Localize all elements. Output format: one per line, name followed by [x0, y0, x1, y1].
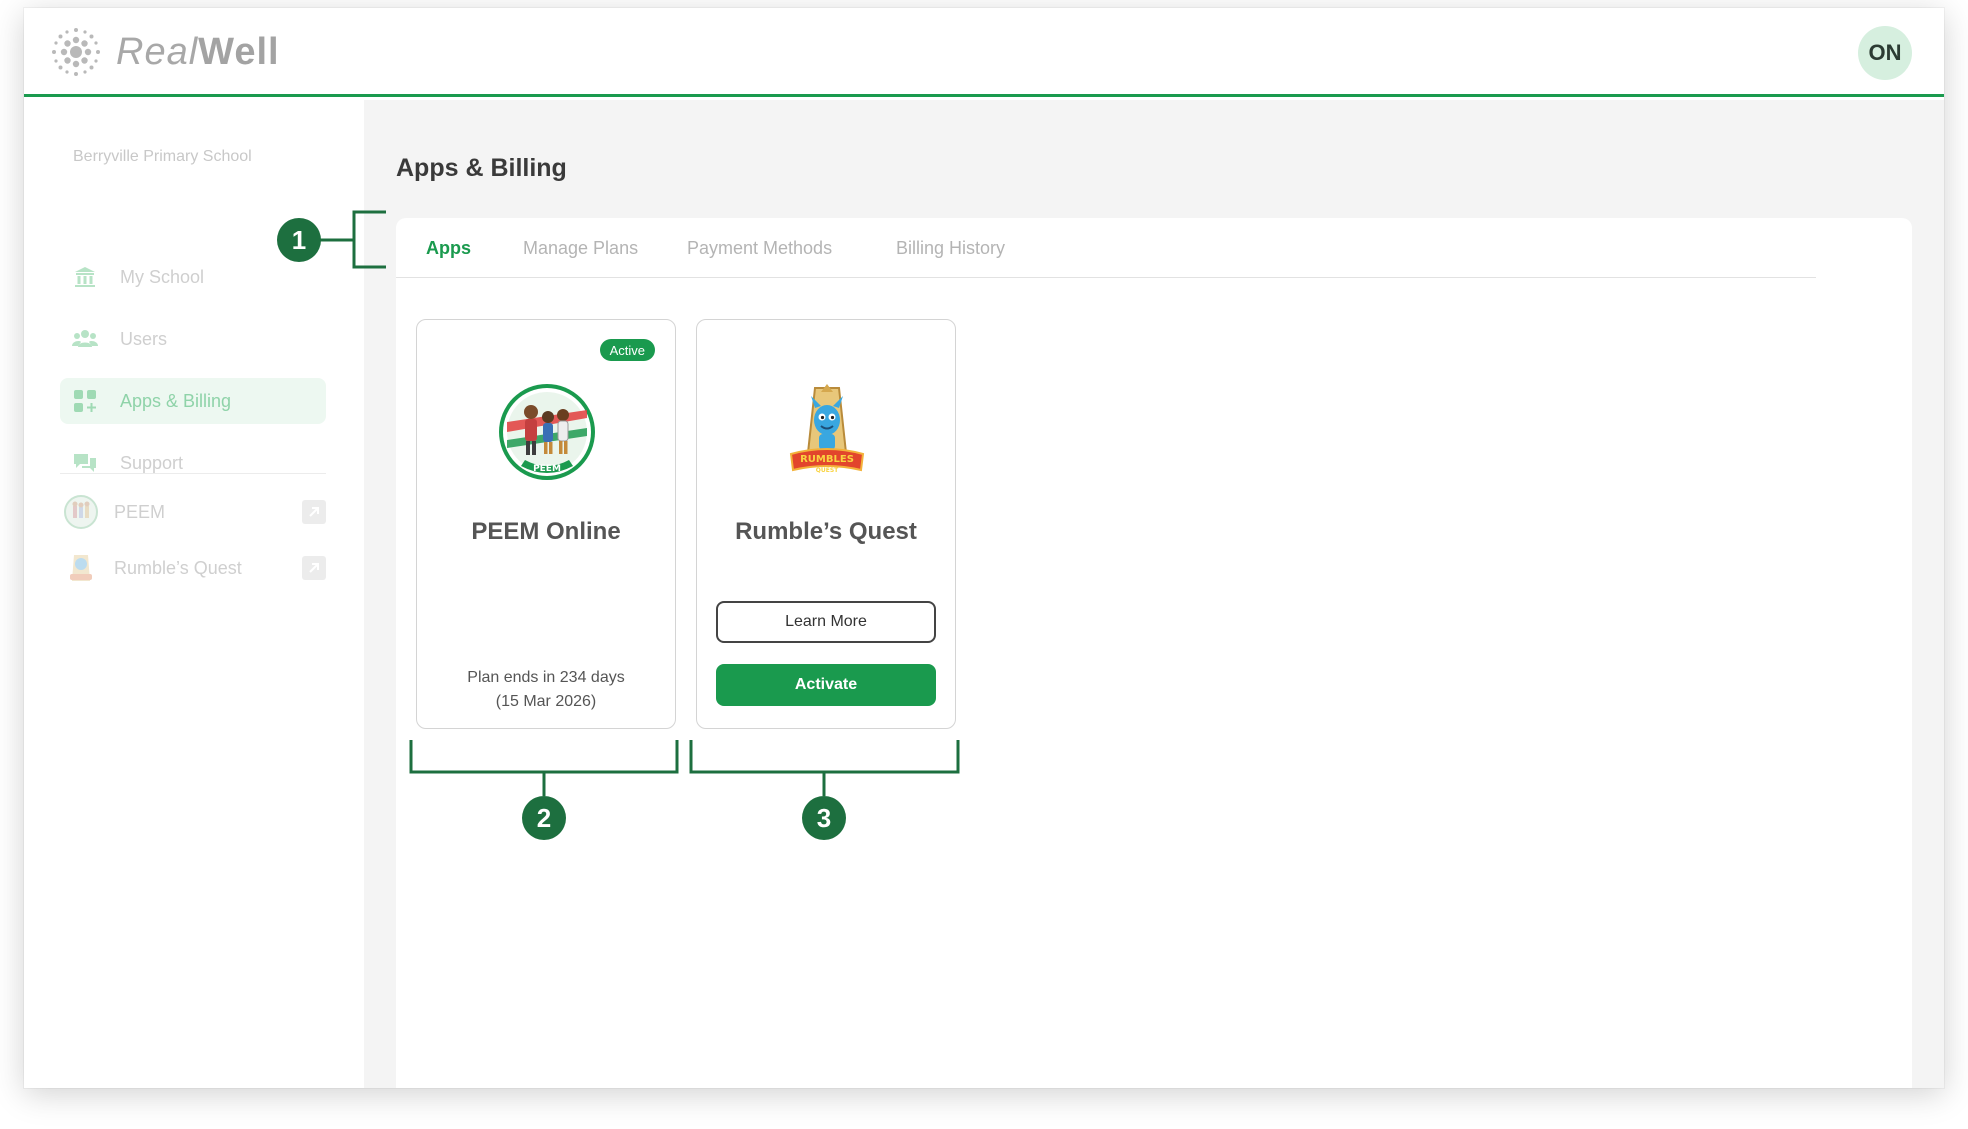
sidebar-item-label: Apps & Billing: [120, 390, 232, 411]
svg-text:PEEM: PEEM: [533, 464, 561, 474]
app-card-title: Rumble’s Quest: [735, 518, 917, 545]
realwell-logo[interactable]: RealWell: [48, 24, 280, 80]
peem-logo-icon: [64, 495, 98, 529]
external-link-icon[interactable]: [302, 556, 326, 580]
realwell-wordmark: RealWell: [116, 31, 280, 74]
sidebar-item-label: Support: [120, 452, 184, 473]
sidebar-app-peem[interactable]: PEEM: [64, 491, 326, 533]
peem-logo-icon: PEEM: [499, 384, 595, 480]
plan-days-remaining: Plan ends in 234 days: [467, 669, 625, 686]
realwell-logo-icon: [52, 28, 100, 76]
external-link-icon[interactable]: [302, 500, 326, 524]
users-group-icon: [72, 326, 98, 352]
sidebar-app-rumbles-quest[interactable]: Rumble’s Quest: [64, 547, 326, 589]
sidebar-item-support[interactable]: Support: [60, 440, 326, 486]
sidebar-item-users[interactable]: Users: [60, 316, 326, 362]
learn-more-button[interactable]: Learn More: [716, 601, 936, 643]
logo-text-bold: Well: [198, 30, 280, 73]
tab-apps[interactable]: Apps: [426, 238, 471, 259]
app-card-rumbles-quest[interactable]: RUMBLES QUEST Rumble’s Quest Learn More …: [696, 319, 956, 729]
user-avatar[interactable]: ON: [1858, 26, 1912, 80]
svg-text:QUEST: QUEST: [816, 467, 839, 474]
tab-manage-plans[interactable]: Manage Plans: [523, 238, 638, 259]
plan-expiry-text: Plan ends in 234 days (15 Mar 2026): [417, 666, 675, 714]
sidebar-item-label: My School: [120, 266, 205, 287]
tab-payment-methods[interactable]: Payment Methods: [687, 238, 832, 259]
apps-grid-icon: [72, 388, 98, 414]
status-badge: Active: [599, 339, 655, 361]
svg-text:RUMBLES: RUMBLES: [800, 454, 854, 465]
sidebar-divider: [60, 473, 326, 474]
tab-billing-history[interactable]: Billing History: [896, 238, 1005, 259]
app-card-peem-online[interactable]: Active PEEM PEEM Online Plan ends in 234…: [416, 319, 676, 729]
activate-button[interactable]: Activate: [716, 664, 936, 706]
app-card-title: PEEM Online: [471, 518, 621, 545]
page-title: Apps & Billing: [396, 154, 567, 182]
sidebar-item-label: Users: [120, 328, 168, 349]
plan-end-date: (15 Mar 2026): [495, 693, 597, 710]
rumbles-quest-logo-icon: RUMBLES QUEST: [789, 384, 865, 474]
logo-text-light: Real: [116, 30, 199, 73]
school-building-icon: [72, 264, 98, 290]
tab-bar: Apps Manage Plans Payment Methods Billin…: [396, 218, 1816, 278]
sidebar-item-my-school[interactable]: My School: [60, 254, 326, 300]
school-name: Berryville Primary School: [73, 148, 252, 165]
sidebar-item-apps-billing[interactable]: Apps & Billing: [60, 378, 326, 424]
sidebar-app-label: Rumble’s Quest: [114, 557, 242, 578]
main-content: Apps & Billing Apps Manage Plans Payment…: [364, 100, 1944, 1088]
sidebar: Berryville Primary School My School User…: [24, 100, 364, 1088]
top-bar: RealWell ON: [24, 8, 1944, 97]
sidebar-app-label: PEEM: [114, 501, 166, 522]
rumbles-quest-logo-icon: [64, 551, 98, 585]
app-window: RealWell ON Berryville Primary School My…: [24, 8, 1944, 1088]
apps-panel: Apps Manage Plans Payment Methods Billin…: [396, 218, 1912, 1088]
